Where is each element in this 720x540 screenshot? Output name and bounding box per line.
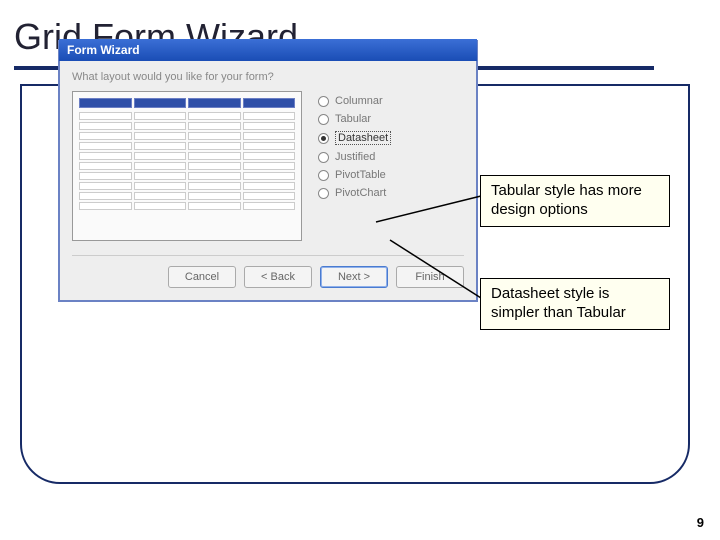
radio-icon	[318, 170, 329, 181]
radio-label: PivotChart	[335, 187, 386, 199]
radio-datasheet[interactable]: Datasheet	[318, 131, 391, 145]
dialog-button-row: Cancel < Back Next > Finish	[72, 255, 464, 288]
layout-radio-group: Columnar Tabular Datasheet Justified Piv…	[318, 91, 391, 241]
layout-preview	[72, 91, 302, 241]
radio-label: Justified	[335, 151, 375, 163]
radio-label: PivotTable	[335, 169, 386, 181]
dialog-prompt: What layout would you like for your form…	[72, 71, 464, 83]
radio-justified[interactable]: Justified	[318, 151, 391, 163]
dialog-titlebar: Form Wizard	[59, 39, 477, 61]
radio-icon	[318, 114, 329, 125]
finish-button[interactable]: Finish	[396, 266, 464, 288]
radio-columnar[interactable]: Columnar	[318, 95, 391, 107]
form-wizard-dialog: Form Wizard What layout would you like f…	[58, 40, 478, 302]
radio-label: Columnar	[335, 95, 383, 107]
back-button[interactable]: < Back	[244, 266, 312, 288]
callout-datasheet: Datasheet style is simpler than Tabular	[480, 278, 670, 330]
cancel-button[interactable]: Cancel	[168, 266, 236, 288]
radio-label: Datasheet	[335, 131, 391, 145]
radio-icon	[318, 152, 329, 163]
next-button[interactable]: Next >	[320, 266, 388, 288]
page-number: 9	[697, 515, 704, 530]
radio-icon	[318, 133, 329, 144]
radio-pivottable[interactable]: PivotTable	[318, 169, 391, 181]
radio-icon	[318, 96, 329, 107]
callout-tabular: Tabular style has more design options	[480, 175, 670, 227]
radio-icon	[318, 188, 329, 199]
radio-pivotchart[interactable]: PivotChart	[318, 187, 391, 199]
radio-tabular[interactable]: Tabular	[318, 113, 391, 125]
radio-label: Tabular	[335, 113, 371, 125]
